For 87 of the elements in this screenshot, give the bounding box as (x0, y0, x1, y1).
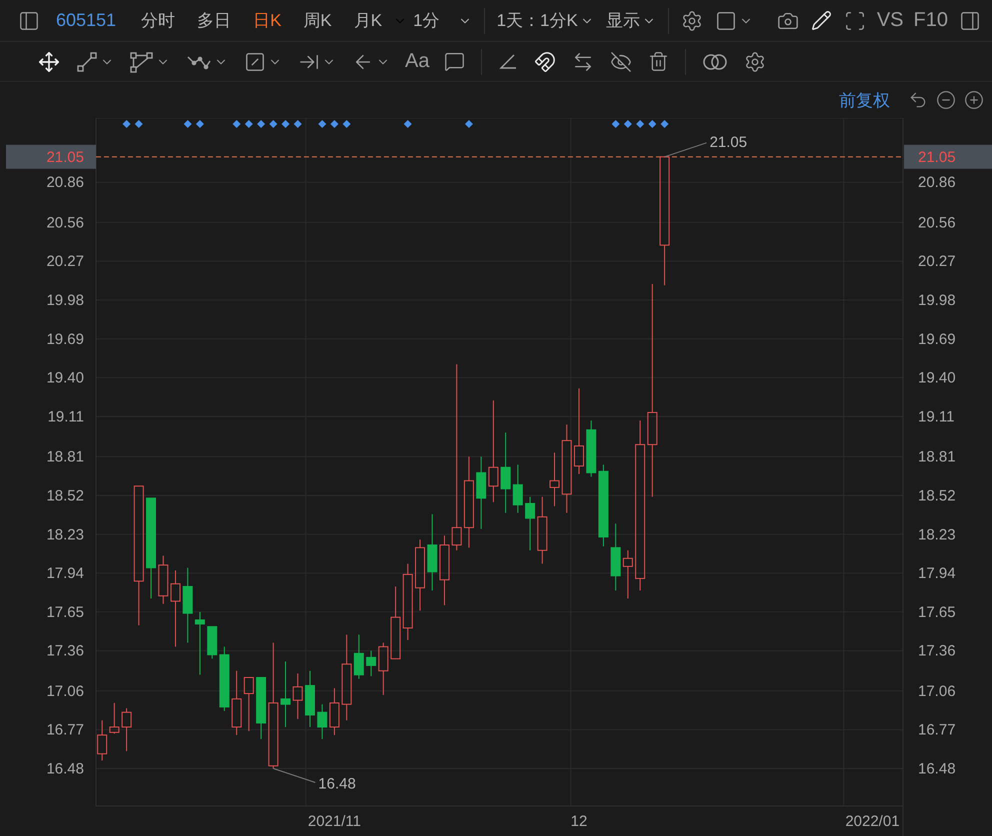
axis-label: 19.98 (46, 292, 84, 310)
price-label: 21.05 (918, 148, 956, 166)
axis-label: 18.81 (46, 448, 84, 466)
period-tab[interactable]: 多日 (186, 4, 242, 36)
axis-label: 18.52 (46, 487, 84, 504)
period-tab[interactable]: 月K (342, 4, 394, 36)
interval-dropdown[interactable]: 1分 (407, 4, 478, 36)
candlestick (194, 611, 205, 676)
axis-label: 17.36 (918, 642, 956, 660)
zoom-in-button[interactable] (962, 88, 986, 112)
panel-icon (958, 10, 981, 32)
move-icon (38, 50, 60, 72)
axis-label: 12 (570, 813, 588, 830)
candlestick (232, 670, 242, 736)
axis-label: 17.06 (46, 682, 84, 700)
period-tab[interactable]: 分时 (130, 4, 186, 36)
zoom-in-icon (964, 90, 984, 110)
fullscreen-icon (844, 10, 866, 32)
zoom-out-icon (936, 90, 956, 110)
axis-label: 2021/11 (308, 813, 361, 830)
price-annotation: 16.48 (318, 776, 356, 793)
axis-label: 16.48 (46, 760, 84, 778)
axis-label: 17.06 (918, 682, 956, 700)
price-label: 21.05 (46, 148, 84, 166)
axis-label: 19.11 (918, 408, 954, 426)
zoom-out-button[interactable] (934, 88, 958, 112)
axis-label: 19.69 (918, 330, 956, 348)
axis-label: 17.36 (46, 642, 84, 660)
axis-label: 20.27 (46, 253, 84, 270)
settings-icon (744, 50, 766, 72)
axis-label: 20.56 (46, 214, 84, 232)
pencil-icon (810, 10, 832, 31)
axis-label: 17.94 (918, 565, 956, 582)
axis-label: 18.23 (918, 526, 956, 544)
candlestick (280, 660, 291, 728)
axis-label: 20.86 (918, 174, 956, 192)
square-icon (714, 10, 737, 32)
axis-label: 19.11 (48, 408, 84, 426)
candlestick (122, 708, 132, 752)
axis-label: 16.77 (918, 722, 956, 739)
display-dropdown[interactable]: 显示 (600, 4, 662, 36)
period-tab[interactable]: 日K (242, 4, 292, 36)
polygon-tool-icon (130, 50, 154, 72)
axis-label: 16.48 (918, 760, 956, 778)
axis-label: 17.65 (46, 604, 84, 621)
axis-label: 19.40 (918, 370, 956, 387)
candlestick (292, 672, 303, 720)
axis-label: 16.77 (46, 722, 84, 739)
candlestick (610, 523, 621, 591)
leader-line (272, 768, 316, 784)
compare-button[interactable]: VS (872, 4, 909, 36)
undo-icon (908, 90, 928, 110)
axis-label: 18.23 (46, 526, 84, 544)
candlestick (317, 704, 328, 740)
axis-label: 20.86 (46, 174, 84, 192)
magnet-icon (534, 50, 556, 72)
range-dropdown[interactable]: 1天：1分K (490, 4, 600, 36)
axis-label: 20.27 (918, 253, 956, 270)
hatched-square-icon (244, 50, 266, 72)
price-annotation: 21.05 (710, 134, 748, 151)
settings-icon (680, 10, 703, 32)
candlestick (244, 677, 254, 732)
price-adjustment-link[interactable]: 前复权 (839, 88, 890, 112)
axis-label: 17.65 (918, 604, 956, 621)
trash-icon (648, 51, 670, 72)
axis-label: 18.81 (918, 448, 956, 466)
axis-label: 19.98 (918, 292, 956, 310)
axis-label: 17.94 (46, 565, 84, 582)
axis-label: 19.69 (46, 330, 84, 348)
speech-bubble-icon (444, 51, 466, 72)
axis-label: 2022/01 (845, 813, 900, 830)
leader-line (664, 142, 708, 158)
axis-label: 20.56 (918, 214, 956, 232)
candlestick (256, 677, 266, 740)
overlap-circles-icon (702, 52, 728, 72)
candlestick (622, 550, 633, 600)
panel-icon (18, 10, 40, 32)
candlestick (329, 688, 340, 736)
eye-off-icon (610, 50, 632, 72)
line-tool-icon (76, 50, 98, 72)
period-tab[interactable]: 周K (292, 4, 343, 36)
compare-button[interactable]: F10 (908, 4, 953, 36)
stock-code: 605151 (56, 10, 116, 31)
axis-label: 19.40 (46, 370, 84, 387)
angle-tool-icon (498, 52, 518, 72)
axis-label: 18.52 (918, 487, 956, 504)
text-tool-button[interactable]: Aa (400, 46, 434, 78)
